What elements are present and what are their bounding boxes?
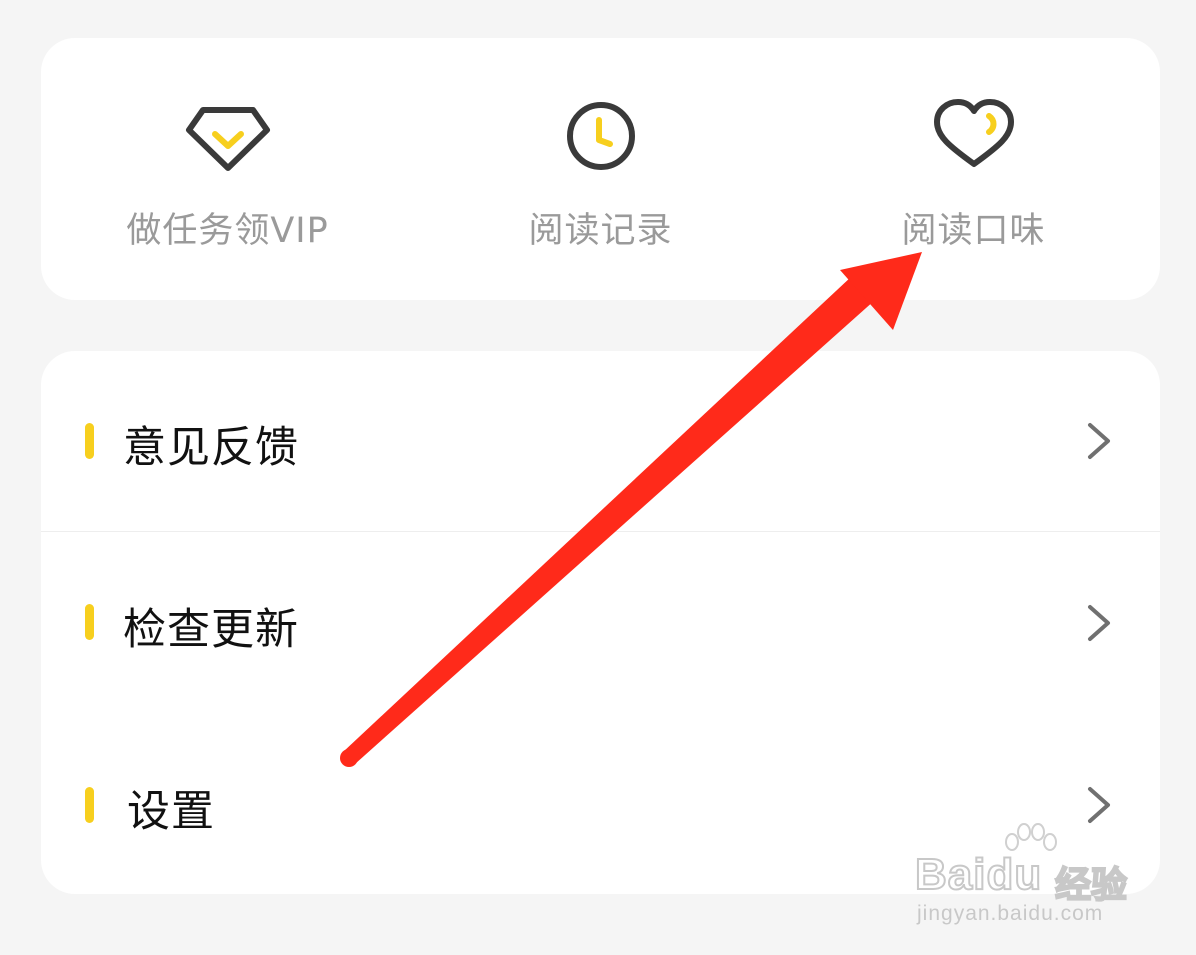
watermark-url: jingyan.baidu.com — [917, 902, 1104, 925]
watermark-sub: 经验 — [1054, 864, 1128, 907]
baidu-watermark: Baidu 经验 jingyan.baidu.com — [914, 823, 1145, 933]
annotation-arrow-icon — [340, 252, 922, 767]
watermark-brand: Baidu — [914, 849, 1043, 900]
